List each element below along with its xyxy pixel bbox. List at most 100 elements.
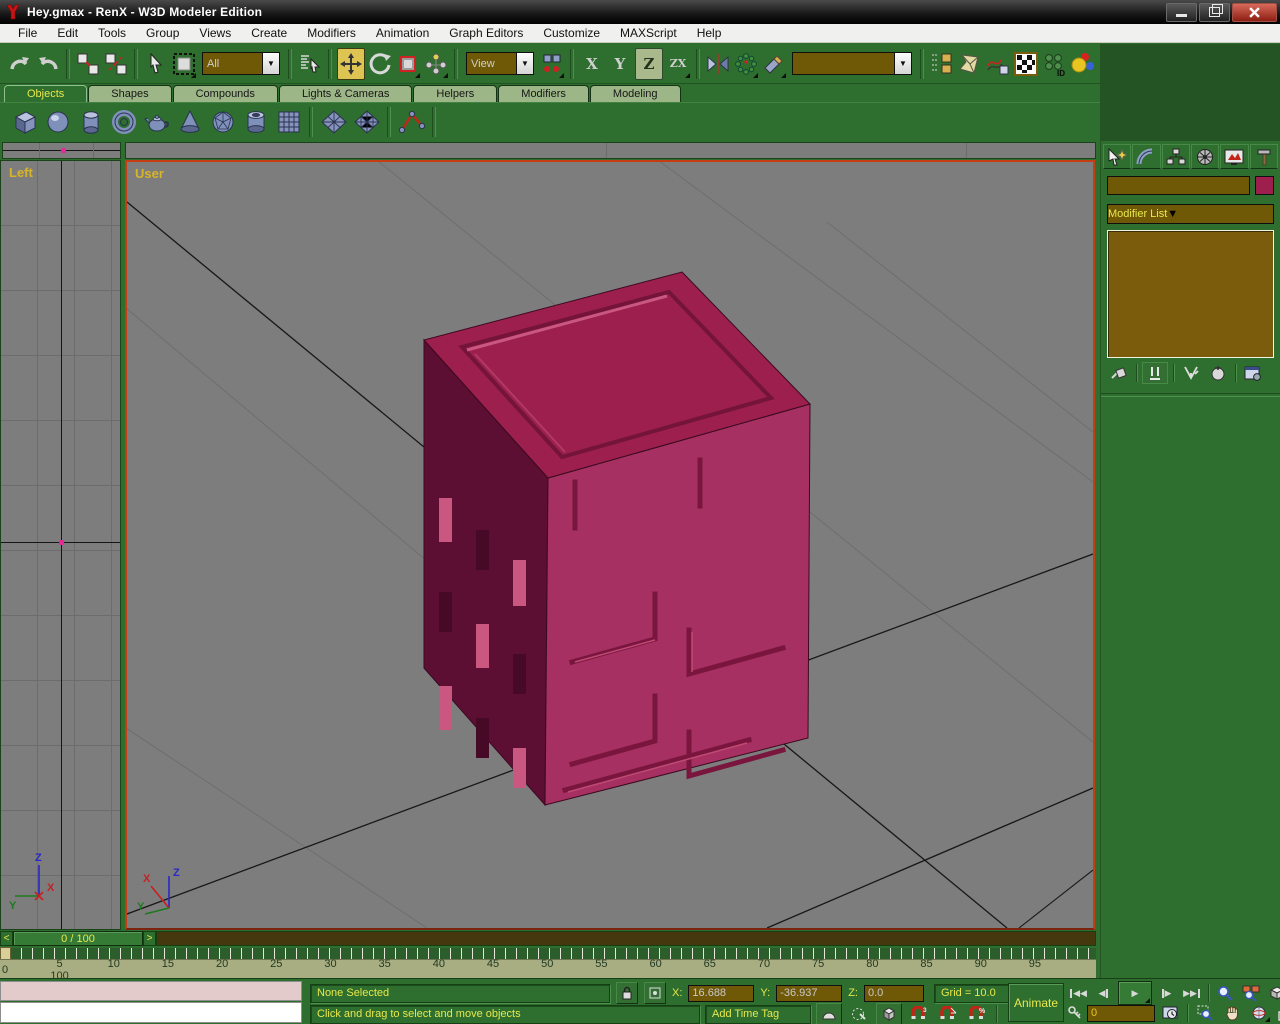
modifier-stack-list[interactable] bbox=[1107, 230, 1274, 358]
tube-primitive-button[interactable] bbox=[239, 106, 272, 138]
pin-stack-button[interactable] bbox=[1107, 363, 1131, 383]
geosphere-primitive-button[interactable] bbox=[206, 106, 239, 138]
box-primitive-button[interactable] bbox=[8, 106, 41, 138]
cylinder-primitive-button[interactable] bbox=[74, 106, 107, 138]
viewport-left-label[interactable]: Left bbox=[9, 165, 33, 180]
utilities-tab[interactable] bbox=[1250, 144, 1278, 169]
menu-item[interactable]: Group bbox=[136, 24, 189, 42]
named-selection-dropdown[interactable]: ▼ bbox=[792, 52, 912, 75]
unlink-selection-button[interactable] bbox=[103, 49, 129, 79]
align-button[interactable] bbox=[761, 49, 787, 79]
zoom-all-button[interactable] bbox=[1239, 983, 1263, 1003]
snap-toggle-button[interactable]: 3 bbox=[907, 1004, 931, 1024]
dropdown-arrow-icon[interactable]: ▼ bbox=[262, 53, 279, 74]
time-slider-track[interactable] bbox=[156, 931, 1096, 946]
menu-item[interactable]: Help bbox=[687, 24, 732, 42]
restrict-plane-button[interactable]: ZX bbox=[665, 49, 691, 79]
display-tab[interactable] bbox=[1220, 144, 1248, 169]
play-button[interactable]: ▶ bbox=[1118, 981, 1152, 1005]
select-and-link-button[interactable] bbox=[75, 49, 101, 79]
object-color-swatch[interactable] bbox=[1255, 176, 1274, 195]
selection-dot-mode-button[interactable] bbox=[847, 1004, 871, 1024]
track-bar[interactable]: 0 51015202530354045505560657075808590951… bbox=[0, 946, 1100, 978]
tab-shapes[interactable]: Shapes bbox=[88, 85, 171, 102]
modifier-list-dropdown[interactable]: Modifier List ▼ bbox=[1107, 204, 1274, 224]
remove-modifier-button[interactable] bbox=[1206, 363, 1230, 383]
coord-z-field[interactable]: 0.0 bbox=[864, 985, 924, 1002]
select-and-scale-button[interactable] bbox=[395, 49, 421, 79]
go-to-start-button[interactable]: ◀◀ bbox=[1066, 983, 1090, 1003]
menu-item[interactable]: Modifiers bbox=[297, 24, 366, 42]
restrict-z-button[interactable]: Z bbox=[635, 48, 663, 80]
menu-item[interactable]: File bbox=[8, 24, 47, 42]
curve-editor-button[interactable] bbox=[985, 49, 1011, 79]
time-slider-prev-button[interactable]: < bbox=[0, 931, 13, 946]
menu-item[interactable]: Customize bbox=[533, 24, 610, 42]
percent-snap-button[interactable]: % bbox=[965, 1004, 989, 1024]
selection-filter-dropdown[interactable]: All ▼ bbox=[202, 52, 280, 75]
menu-item[interactable]: Create bbox=[241, 24, 297, 42]
teapot-primitive-button[interactable] bbox=[140, 106, 173, 138]
modify-tab[interactable] bbox=[1132, 144, 1160, 169]
maxscript-listener-input[interactable] bbox=[0, 1002, 302, 1023]
restrict-y-button[interactable]: Y bbox=[607, 49, 633, 79]
zoom-button[interactable] bbox=[1213, 983, 1237, 1003]
selection-region-button[interactable] bbox=[171, 49, 197, 79]
time-slider-next-button[interactable]: > bbox=[143, 931, 156, 946]
menu-item[interactable]: Views bbox=[189, 24, 241, 42]
time-configuration-button[interactable] bbox=[1158, 1003, 1182, 1023]
show-end-result-button[interactable] bbox=[1142, 362, 1168, 384]
dropdown-arrow-icon[interactable]: ▼ bbox=[516, 53, 533, 74]
cone-primitive-button[interactable] bbox=[173, 106, 206, 138]
viewport-sliver-main[interactable] bbox=[125, 142, 1096, 159]
undo-button[interactable] bbox=[7, 49, 33, 79]
selection-lock-button[interactable] bbox=[616, 982, 638, 1004]
angle-snap-button[interactable] bbox=[936, 1004, 960, 1024]
select-and-manipulate-button[interactable] bbox=[423, 49, 449, 79]
coord-x-field[interactable]: 16.688 bbox=[688, 985, 754, 1002]
quad-patch-button[interactable] bbox=[317, 106, 350, 138]
tri-patch-button[interactable] bbox=[350, 106, 383, 138]
mirror-button[interactable] bbox=[705, 49, 731, 79]
object-name-field[interactable] bbox=[1107, 176, 1250, 195]
tab-helpers[interactable]: Helpers bbox=[413, 85, 497, 102]
layer-manager-button[interactable] bbox=[929, 49, 955, 79]
restrict-x-button[interactable]: X bbox=[579, 49, 605, 79]
tab-modifiers[interactable]: Modifiers bbox=[498, 85, 589, 102]
previous-frame-button[interactable]: ◀ bbox=[1092, 983, 1116, 1003]
select-by-name-button[interactable] bbox=[297, 49, 323, 79]
menu-item[interactable]: Edit bbox=[47, 24, 88, 42]
id-tool-button[interactable]: ID bbox=[1041, 49, 1067, 79]
arc-rotate-button[interactable] bbox=[1247, 1003, 1271, 1023]
render-button[interactable] bbox=[1069, 49, 1095, 79]
scene-3d-object[interactable] bbox=[424, 272, 810, 805]
go-to-end-button[interactable]: ▶▶ bbox=[1180, 983, 1204, 1003]
menu-item[interactable]: Tools bbox=[88, 24, 136, 42]
make-unique-button[interactable] bbox=[1179, 363, 1203, 383]
reference-coordinate-dropdown[interactable]: View ▼ bbox=[466, 52, 534, 75]
next-frame-button[interactable]: ▶ bbox=[1154, 983, 1178, 1003]
motion-tab[interactable] bbox=[1191, 144, 1219, 169]
viewport-user-label[interactable]: User bbox=[135, 166, 164, 181]
spline-button[interactable] bbox=[395, 106, 428, 138]
tab-lights-cameras[interactable]: Lights & Cameras bbox=[279, 85, 412, 102]
restore-button[interactable] bbox=[1199, 3, 1230, 22]
unwrap-uvw-button[interactable] bbox=[957, 49, 983, 79]
degradation-override-button[interactable] bbox=[816, 1003, 842, 1024]
dropdown-arrow-icon[interactable]: ▼ bbox=[894, 53, 911, 74]
select-object-button[interactable] bbox=[143, 49, 169, 79]
create-tab[interactable] bbox=[1103, 144, 1131, 169]
min-max-toggle-button[interactable] bbox=[1274, 1003, 1280, 1023]
maxscript-listener-output[interactable] bbox=[0, 981, 302, 1001]
grid-primitive-button[interactable] bbox=[272, 106, 305, 138]
menu-item[interactable]: Graph Editors bbox=[439, 24, 533, 42]
key-mode-toggle-button[interactable] bbox=[1066, 1003, 1084, 1023]
animate-button[interactable]: Animate bbox=[1008, 983, 1064, 1022]
absolute-offset-toggle-button[interactable] bbox=[644, 982, 666, 1004]
region-zoom-button[interactable] bbox=[1193, 1003, 1217, 1023]
minimize-button[interactable] bbox=[1166, 3, 1197, 22]
coord-y-field[interactable]: -36.937 bbox=[776, 985, 842, 1002]
crossing-selection-toggle-button[interactable] bbox=[876, 1003, 902, 1024]
material-editor-button[interactable] bbox=[1013, 49, 1039, 79]
viewport-left[interactable]: Left Z Y X bbox=[0, 160, 121, 930]
